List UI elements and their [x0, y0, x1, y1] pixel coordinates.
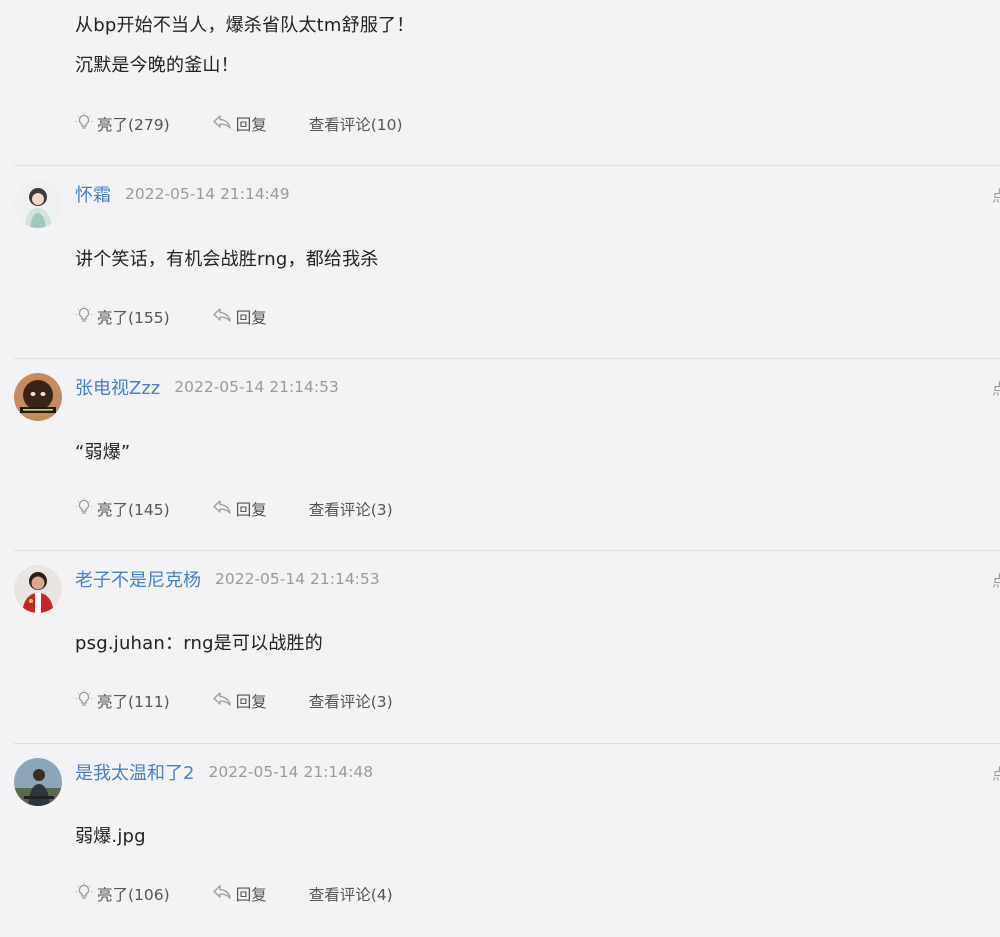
username[interactable]: 怀霜 [75, 181, 111, 207]
comment-actions: 亮了(111) 回复 查看评论(3) [75, 689, 393, 713]
view-comments-link[interactable]: 查看评论(3) [309, 690, 393, 712]
avatar[interactable] [14, 373, 62, 421]
comment-partial-top: 从bp开始不当人，爆杀省队太tm舒服了！ 沉默是今晚的釜山！ 亮了(279) 回… [0, 0, 1000, 166]
comment-text-line-2: 沉默是今晚的釜山！ [75, 55, 239, 76]
reply-label: 回复 [235, 501, 267, 519]
comment-menu-label[interactable]: 点 [992, 570, 1000, 591]
reply-arrow-icon [212, 499, 236, 519]
comment-item: 老子不是尼克杨 2022-05-14 21:14:53 点 psg.juhan：… [0, 551, 1000, 744]
comment-meta: 是我太温和了2 2022-05-14 21:14:48 [75, 759, 373, 785]
view-comments-link[interactable]: 查看评论(10) [309, 113, 403, 135]
view-comments-label: 查看评论(4) [308, 886, 393, 904]
comment-menu-label[interactable]: 点 [992, 185, 1000, 206]
comment-text: psg.juhan：rng是可以战胜的 [75, 633, 323, 654]
comment-meta: 张电视Zzz 2022-05-14 21:14:53 [75, 374, 339, 400]
like-button[interactable]: 亮了(106) [75, 883, 170, 905]
comment-feed: 从bp开始不当人，爆杀省队太tm舒服了！ 沉默是今晚的釜山！ 亮了(279) 回… [0, 0, 1000, 911]
like-count: 亮了(111) [97, 693, 170, 711]
reply-button[interactable]: 回复 [212, 113, 267, 135]
view-comments-link[interactable]: 查看评论(4) [309, 883, 393, 905]
reply-label: 回复 [235, 886, 267, 904]
comment-item: 张电视Zzz 2022-05-14 21:14:53 点 “弱爆” 亮了(145… [0, 359, 1000, 552]
reply-label: 回复 [235, 693, 267, 711]
username[interactable]: 老子不是尼克杨 [75, 566, 201, 592]
username[interactable]: 是我太温和了2 [75, 759, 194, 785]
like-count: 亮了(155) [97, 309, 170, 327]
comment-meta: 怀霜 2022-05-14 21:14:49 [75, 181, 290, 207]
comment-meta: 老子不是尼克杨 2022-05-14 21:14:53 [75, 566, 380, 592]
comment-item: 怀霜 2022-05-14 21:14:49 点 讲个笑话，有机会战胜rng，都… [0, 166, 1000, 359]
avatar[interactable] [14, 758, 62, 806]
avatar[interactable] [14, 565, 62, 613]
reply-arrow-icon [212, 691, 236, 711]
username[interactable]: 张电视Zzz [75, 374, 160, 400]
comment-text-line-1: 从bp开始不当人，爆杀省队太tm舒服了！ [75, 15, 415, 36]
view-comments-link[interactable]: 查看评论(3) [309, 498, 393, 520]
lightbulb-icon [75, 690, 97, 712]
view-comments-label: 查看评论(10) [308, 116, 403, 134]
comment-actions: 亮了(106) 回复 查看评论(4) [75, 882, 393, 906]
avatar[interactable] [14, 180, 62, 228]
reply-label: 回复 [235, 116, 267, 134]
reply-arrow-icon [212, 307, 236, 327]
reply-button[interactable]: 回复 [212, 306, 267, 328]
lightbulb-icon [75, 883, 97, 905]
comment-actions: 亮了(279) 回复 查看评论(10) [75, 112, 403, 136]
reply-button[interactable]: 回复 [212, 883, 267, 905]
timestamp: 2022-05-14 21:14:48 [208, 763, 374, 781]
lightbulb-icon [75, 306, 97, 328]
like-button[interactable]: 亮了(111) [75, 690, 170, 712]
comment-text: “弱爆” [75, 442, 131, 463]
timestamp: 2022-05-14 21:14:53 [215, 570, 380, 588]
lightbulb-icon [75, 498, 97, 520]
timestamp: 2022-05-14 21:14:53 [174, 378, 339, 396]
view-comments-label: 查看评论(3) [308, 693, 393, 711]
reply-label: 回复 [235, 309, 267, 327]
like-button[interactable]: 亮了(155) [75, 306, 170, 328]
comment-actions: 亮了(145) 回复 查看评论(3) [75, 497, 393, 521]
comment-item: 是我太温和了2 2022-05-14 21:14:48 点 弱爆.jpg 亮了(… [0, 744, 1000, 937]
timestamp: 2022-05-14 21:14:49 [125, 185, 290, 203]
reply-arrow-icon [212, 884, 236, 904]
like-button[interactable]: 亮了(145) [75, 498, 170, 520]
reply-button[interactable]: 回复 [212, 690, 267, 712]
like-count: 亮了(145) [97, 501, 170, 519]
comment-menu-label[interactable]: 点 [992, 378, 1000, 399]
like-count: 亮了(279) [97, 116, 170, 134]
comment-text: 讲个笑话，有机会战胜rng，都给我杀 [75, 249, 379, 270]
lightbulb-icon [75, 113, 97, 135]
view-comments-label: 查看评论(3) [308, 501, 393, 519]
comment-text: 弱爆.jpg [75, 826, 146, 847]
like-count: 亮了(106) [97, 886, 170, 904]
like-button[interactable]: 亮了(279) [75, 113, 170, 135]
reply-arrow-icon [212, 114, 236, 134]
reply-button[interactable]: 回复 [212, 498, 267, 520]
comment-menu-label[interactable]: 点 [992, 763, 1000, 784]
comment-actions: 亮了(155) 回复 [75, 305, 267, 329]
